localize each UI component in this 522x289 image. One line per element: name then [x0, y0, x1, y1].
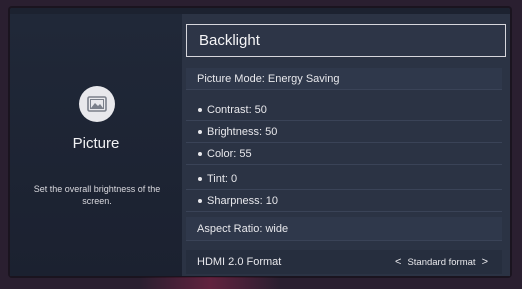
- category-title: Picture: [72, 135, 120, 152]
- color-label: Color: 55: [207, 147, 252, 160]
- brightness-item[interactable]: Brightness: 50: [186, 121, 502, 143]
- chevron-right-icon[interactable]: >: [482, 256, 488, 268]
- picture-mode-item[interactable]: Picture Mode: Energy Saving: [186, 68, 502, 90]
- hdmi-format-selector[interactable]: < Standard format >: [395, 256, 488, 268]
- hdmi-format-label: HDMI 2.0 Format: [197, 256, 282, 268]
- tint-item[interactable]: Tint: 0: [186, 168, 502, 190]
- backlight-setting[interactable]: Backlight: [186, 24, 506, 57]
- bottom-glow: [140, 277, 280, 289]
- picture-mode-label: Picture Mode: Energy Saving: [197, 72, 340, 85]
- bullet-icon: [198, 107, 202, 112]
- hdmi-format-value: Standard format: [407, 256, 476, 268]
- bullet-icon: [198, 198, 202, 203]
- color-item[interactable]: Color: 55: [186, 143, 502, 165]
- bullet-icon: [198, 129, 202, 134]
- aspect-ratio-item[interactable]: Aspect Ratio: wide: [186, 217, 502, 241]
- contrast-item[interactable]: Contrast: 50: [186, 99, 502, 121]
- category-description: Set the overall brightness of the screen…: [33, 184, 161, 206]
- sharpness-label: Sharpness: 10: [207, 194, 278, 207]
- category-panel: Picture Set the overall brightness of th…: [10, 14, 182, 276]
- picture-icon: [79, 86, 115, 122]
- bullet-icon: [198, 176, 202, 181]
- tint-label: Tint: 0: [207, 172, 238, 185]
- bullet-icon: [198, 151, 202, 156]
- backlight-label: Backlight: [199, 32, 260, 49]
- contrast-label: Contrast: 50: [207, 103, 267, 116]
- brightness-label: Brightness: 50: [207, 125, 278, 138]
- sharpness-item[interactable]: Sharpness: 10: [186, 190, 502, 212]
- hdmi-format-item[interactable]: HDMI 2.0 Format < Standard format >: [186, 250, 502, 274]
- chevron-left-icon[interactable]: <: [395, 256, 401, 268]
- aspect-ratio-label: Aspect Ratio: wide: [197, 222, 289, 235]
